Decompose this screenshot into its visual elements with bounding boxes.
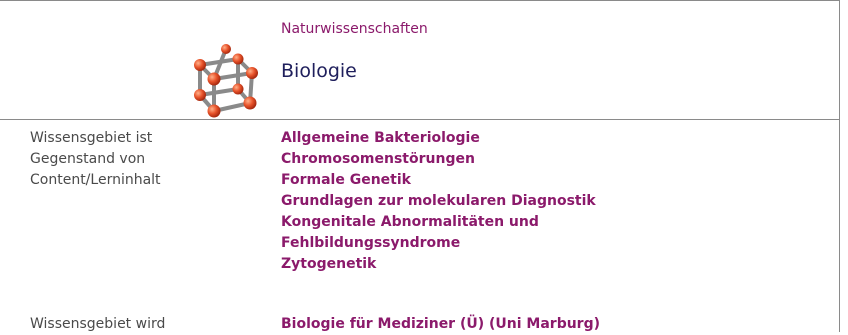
relation-label-line: Wissensgebiet ist: [30, 130, 153, 146]
molecule-cube-icon: [194, 44, 258, 118]
content-link[interactable]: Fehlbildungssyndrome: [281, 233, 836, 254]
content-link[interactable]: Allgemeine Bakteriologie: [281, 128, 836, 149]
category-label: Naturwissenschaften: [281, 21, 428, 37]
content-link[interactable]: Chromosomenstörungen: [281, 149, 836, 170]
page-title: Biologie: [281, 60, 357, 82]
content-link[interactable]: Kongenitale Abnormalitäten und: [281, 212, 836, 233]
relation-label-line: Gegenstand von: [30, 151, 146, 167]
content-link[interactable]: Formale Genetik: [281, 170, 836, 191]
content-link[interactable]: Zytogenetik: [281, 254, 836, 275]
relation-label-line: Content/Lerninhalt: [30, 172, 161, 188]
page-header: Naturwissenschaften Biologie: [0, 1, 840, 120]
content-link-list: Allgemeine Bakteriologie Chromosomenstör…: [281, 128, 836, 275]
relation-label: Wissensgebiet ist Gegenstand von Content…: [30, 128, 270, 191]
content-panel: Naturwissenschaften Biologie Wissensgebi…: [0, 0, 840, 332]
content-link[interactable]: Grundlagen zur molekularen Diagnostik: [281, 191, 836, 212]
